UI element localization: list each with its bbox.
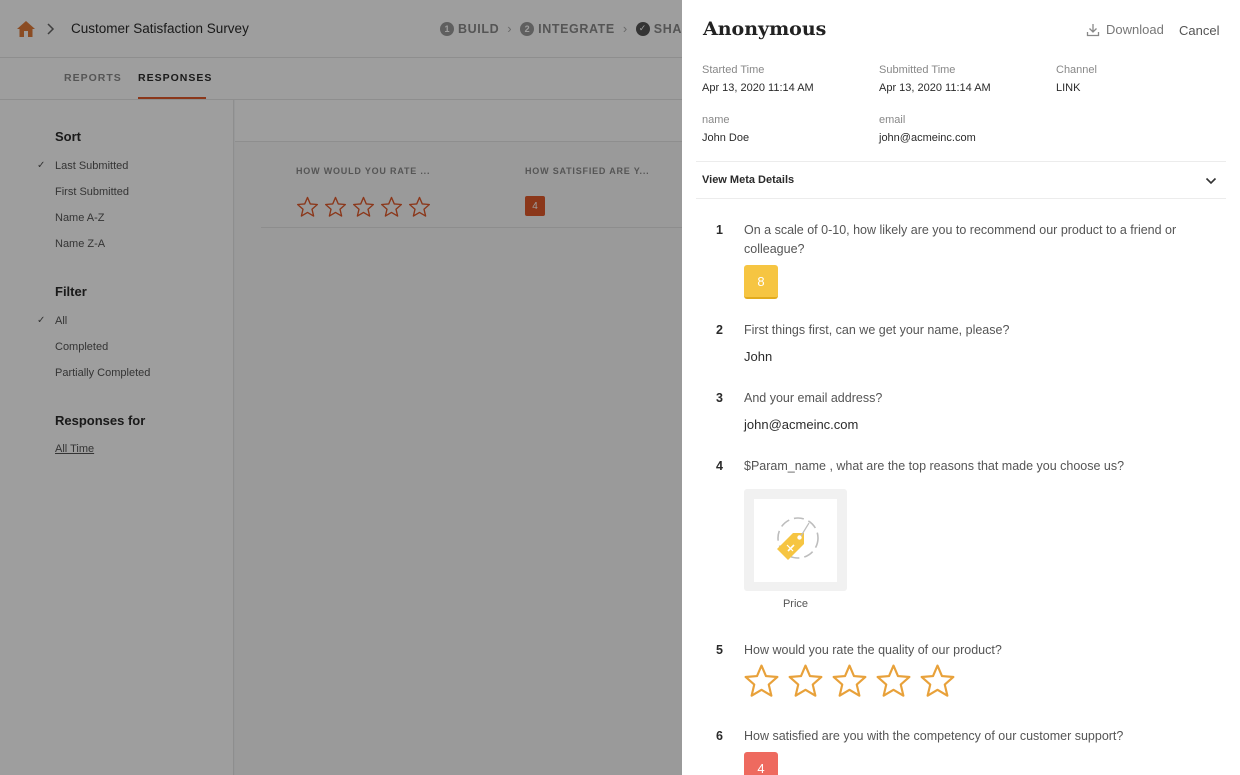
choice-image [754,499,837,582]
nps-score-badge: 8 [744,265,778,299]
started-time-label: Started Time [702,64,765,76]
star-icon [876,664,911,697]
answer-text: John [744,349,773,364]
channel-label: Channel [1056,64,1097,76]
question-text: How would you rate the quality of our pr… [744,643,1002,657]
respondent-name-title: Anonymous [703,18,827,40]
question-number: 1 [716,223,723,237]
question-text: How satisfied are you with the competenc… [744,729,1124,743]
question-text: On a scale of 0-10, how likely are you t… [744,223,1177,256]
star-icon [788,664,823,697]
question-number: 4 [716,459,723,473]
question-text: And your email address? [744,391,883,405]
divider [696,161,1226,162]
name-value: John Doe [702,132,750,144]
download-button[interactable]: Download [1086,22,1164,37]
question-number: 6 [716,729,723,743]
star-icon [744,664,779,697]
email-value: john@acmeinc.com [879,132,976,144]
response-detail-drawer: Anonymous Download Cancel Started Time A… [682,0,1240,775]
cancel-button[interactable]: Cancel [1179,23,1219,38]
submitted-time-value: Apr 13, 2020 11:14 AM [879,82,991,94]
question-text: First things first, can we get your name… [744,323,1010,337]
choice-card-price [744,489,847,591]
submitted-time-label: Submitted Time [879,64,956,76]
modal-backdrop[interactable] [0,0,682,775]
channel-value: LINK [1056,82,1081,94]
rating-stars [743,663,956,699]
question-text: $Param_name , what are the top reasons t… [744,459,1125,473]
download-label: Download [1106,22,1164,37]
star-icon [832,664,867,697]
started-time-value: Apr 13, 2020 11:14 AM [702,82,814,94]
email-label: email [879,114,906,126]
divider [696,198,1226,199]
name-label: name [702,114,730,126]
satisfaction-score-badge: 4 [744,752,778,775]
price-tag-icon [777,517,819,560]
chevron-down-icon[interactable] [1205,176,1217,186]
answer-text: john@acmeinc.com [744,417,859,432]
view-meta-details-toggle[interactable]: View Meta Details [702,174,794,186]
question-number: 3 [716,391,723,405]
question-number: 5 [716,643,723,657]
choice-label: Price [782,598,809,610]
question-number: 2 [716,323,723,337]
download-icon [1086,23,1100,36]
star-icon [920,664,955,697]
